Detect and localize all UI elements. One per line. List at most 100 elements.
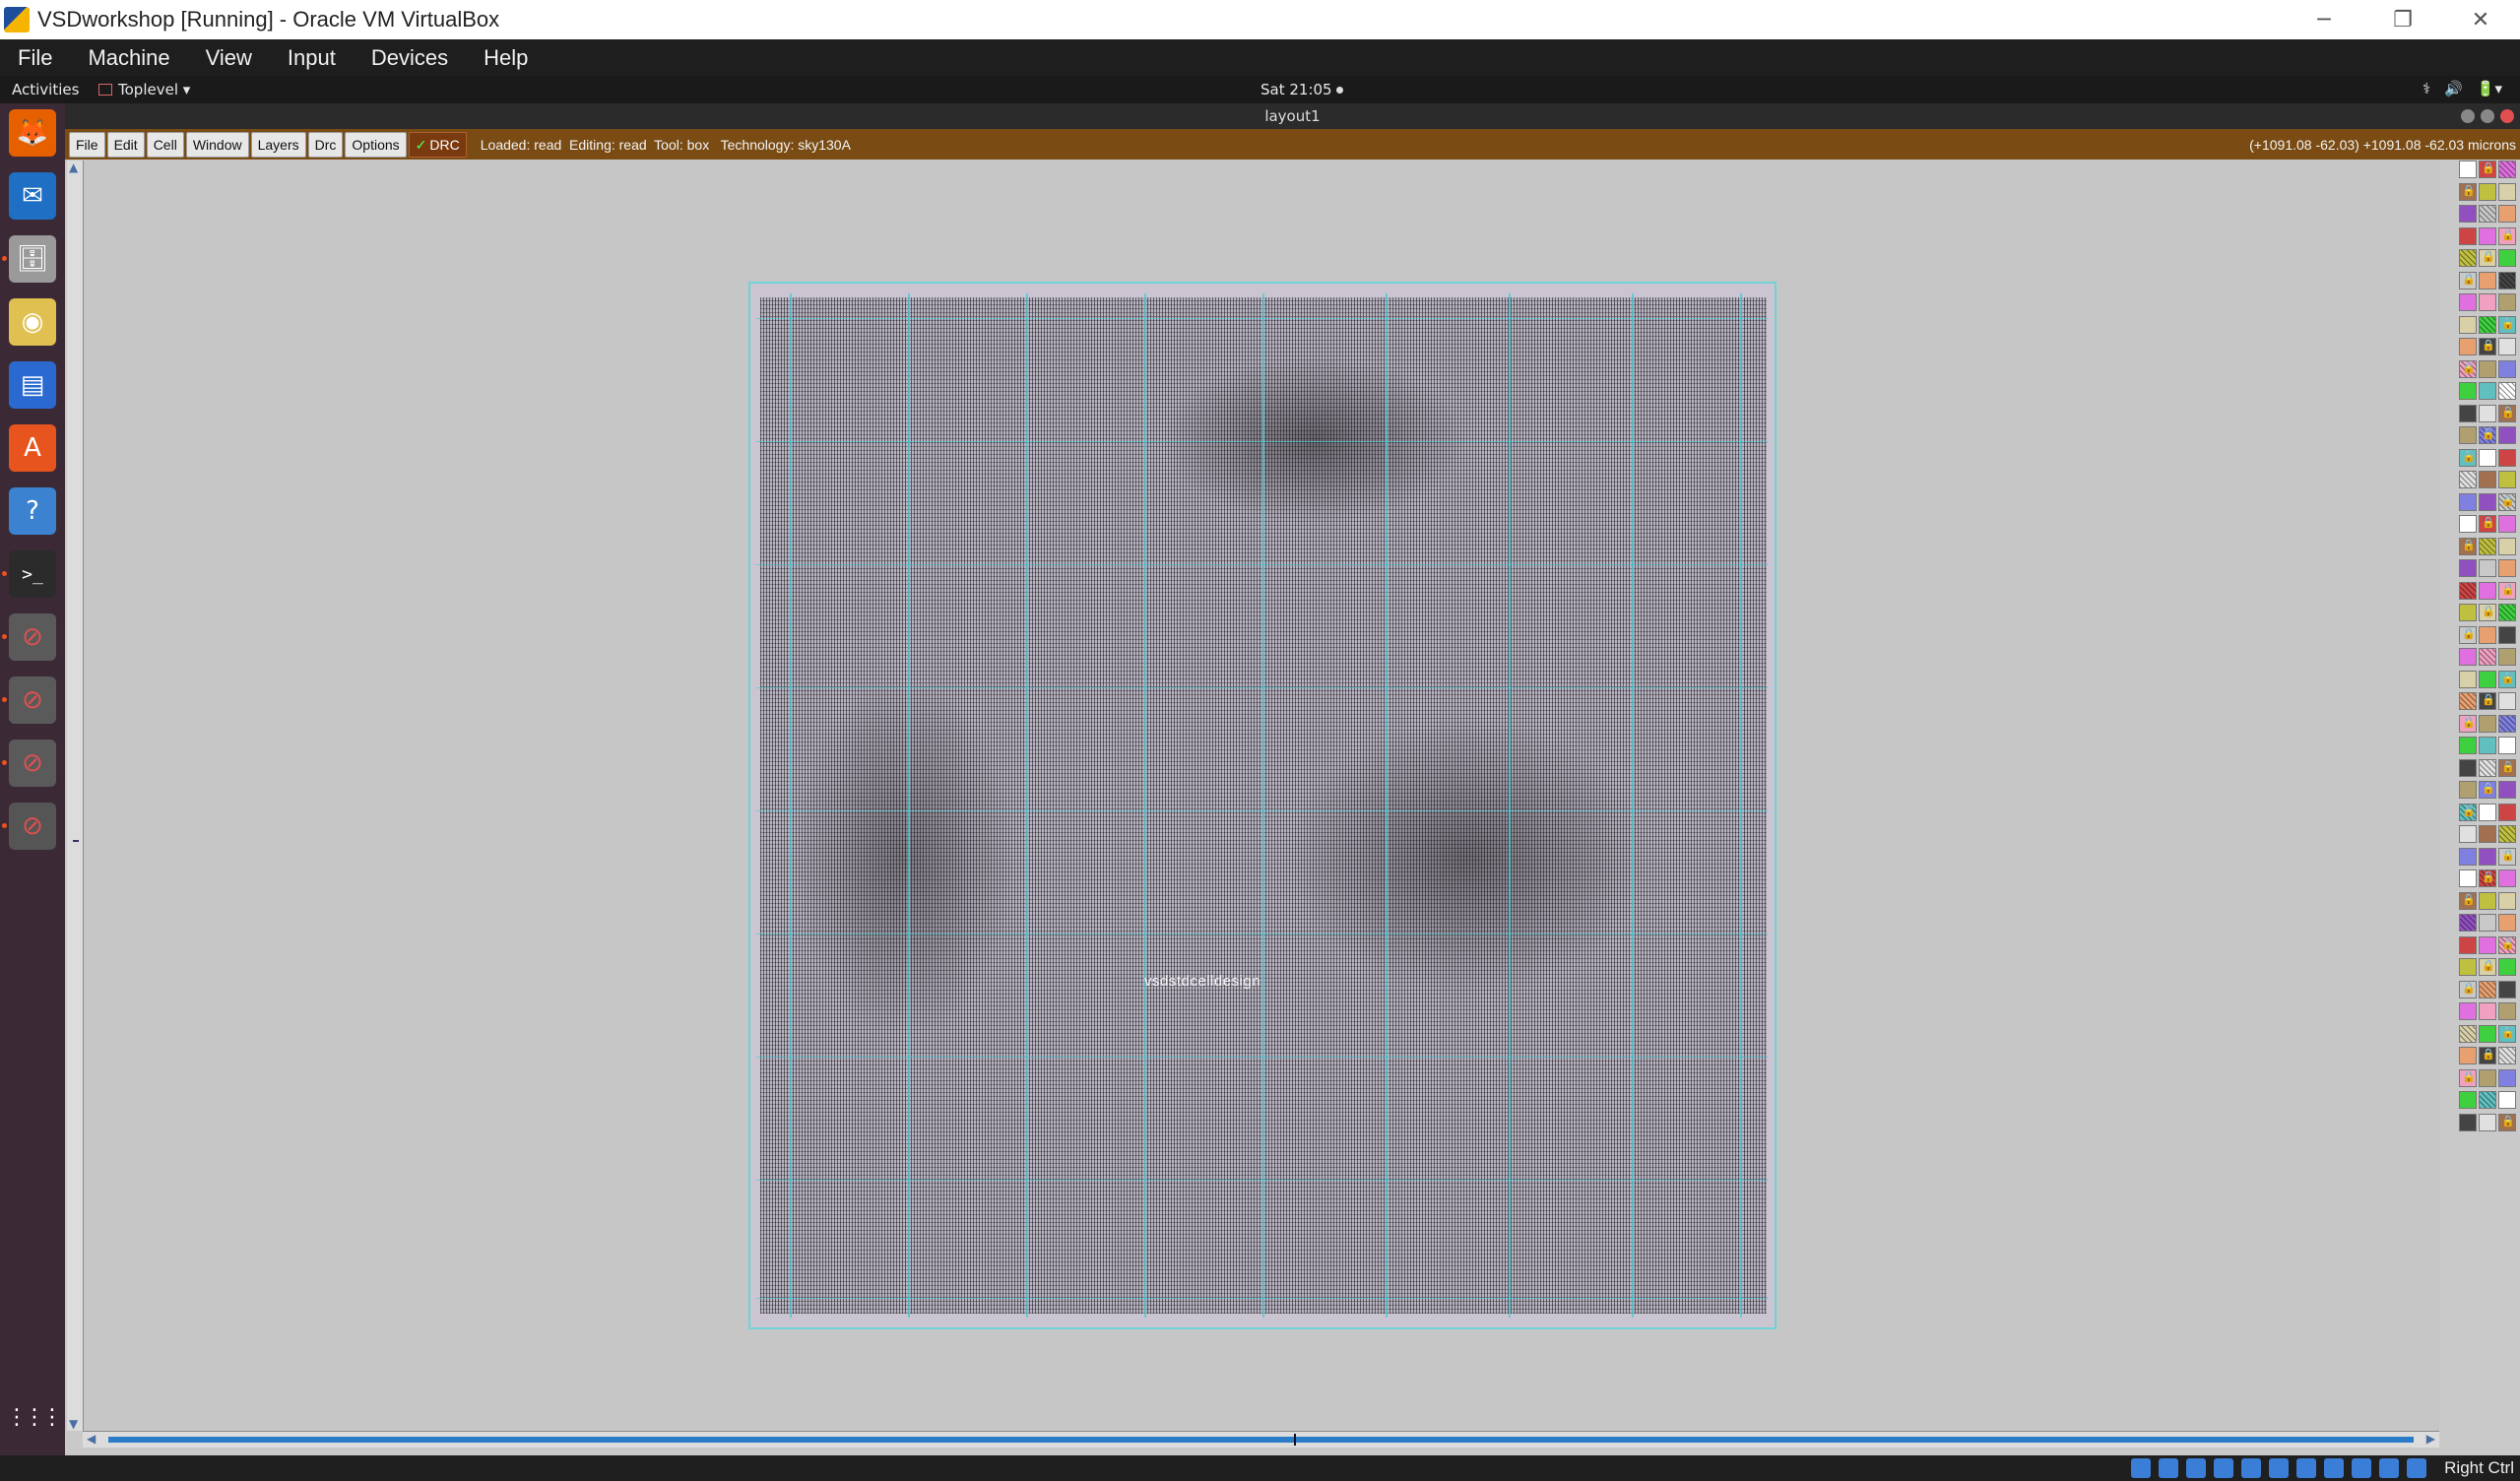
shared-folders-icon[interactable] bbox=[2269, 1458, 2289, 1478]
layer-swatch[interactable] bbox=[2498, 581, 2516, 600]
layer-swatch[interactable] bbox=[2459, 293, 2477, 311]
layer-swatch[interactable] bbox=[2459, 670, 2477, 688]
layer-swatch[interactable] bbox=[2479, 781, 2496, 799]
magic-window-button[interactable]: Window bbox=[185, 131, 249, 158]
layer-swatch[interactable] bbox=[2498, 315, 2516, 334]
layer-swatch[interactable] bbox=[2498, 226, 2516, 245]
layer-swatch[interactable] bbox=[2498, 271, 2516, 290]
menu-file[interactable]: File bbox=[0, 45, 70, 71]
magic-maximize-button[interactable] bbox=[2481, 109, 2494, 123]
layer-swatch[interactable] bbox=[2479, 1068, 2496, 1087]
layer-swatch[interactable] bbox=[2479, 205, 2496, 223]
layer-swatch[interactable] bbox=[2459, 492, 2477, 511]
menu-machine[interactable]: Machine bbox=[70, 45, 187, 71]
layer-swatch[interactable] bbox=[2498, 714, 2516, 733]
layer-swatch[interactable] bbox=[2459, 515, 2477, 533]
layer-swatch[interactable] bbox=[2459, 958, 2477, 976]
layer-swatch[interactable] bbox=[2459, 404, 2477, 422]
layer-swatch[interactable] bbox=[2498, 1068, 2516, 1087]
layer-swatch[interactable] bbox=[2459, 226, 2477, 245]
layer-swatch[interactable] bbox=[2498, 515, 2516, 533]
close-button[interactable]: ✕ bbox=[2441, 0, 2520, 39]
layer-swatch[interactable] bbox=[2498, 1047, 2516, 1064]
layer-swatch[interactable] bbox=[2498, 426, 2516, 444]
layer-swatch[interactable] bbox=[2459, 648, 2477, 666]
layer-swatch[interactable] bbox=[2459, 315, 2477, 334]
layer-swatch[interactable] bbox=[2479, 1024, 2496, 1043]
layer-swatch[interactable] bbox=[2459, 1113, 2477, 1131]
layer-swatch[interactable] bbox=[2498, 670, 2516, 688]
layer-swatch[interactable] bbox=[2479, 625, 2496, 644]
vertical-scroll-thumb[interactable] bbox=[73, 840, 79, 842]
layer-swatch[interactable] bbox=[2498, 737, 2516, 754]
magic-close-button[interactable] bbox=[2500, 109, 2514, 123]
layer-swatch[interactable] bbox=[2479, 914, 2496, 932]
layer-swatch[interactable] bbox=[2459, 625, 2477, 644]
horizontal-scroll-thumb[interactable] bbox=[1294, 1434, 1296, 1446]
layout-canvas[interactable]: vsdstdcelldesign bbox=[83, 161, 2439, 1431]
layer-swatch[interactable] bbox=[2498, 914, 2516, 932]
layer-swatch[interactable] bbox=[2498, 648, 2516, 666]
layer-swatch[interactable] bbox=[2498, 1113, 2516, 1131]
layer-swatch[interactable] bbox=[2498, 338, 2516, 355]
dock-thunderbird[interactable]: ✉ bbox=[9, 172, 56, 220]
layer-swatch[interactable] bbox=[2459, 847, 2477, 866]
activities-button[interactable]: Activities bbox=[12, 81, 79, 98]
magic-minimize-button[interactable] bbox=[2461, 109, 2475, 123]
layer-swatch[interactable] bbox=[2459, 182, 2477, 201]
layer-swatch[interactable] bbox=[2459, 714, 2477, 733]
layer-swatch[interactable] bbox=[2498, 692, 2516, 710]
layer-swatch[interactable] bbox=[2459, 891, 2477, 910]
layer-swatch[interactable] bbox=[2479, 869, 2496, 887]
layer-swatch[interactable] bbox=[2459, 537, 2477, 555]
recording-icon[interactable] bbox=[2324, 1458, 2344, 1478]
layer-swatch[interactable] bbox=[2479, 559, 2496, 577]
restore-button[interactable]: ❐ bbox=[2363, 0, 2442, 39]
layer-swatch[interactable] bbox=[2459, 161, 2477, 178]
layer-swatch[interactable] bbox=[2498, 869, 2516, 887]
layer-swatch[interactable] bbox=[2498, 205, 2516, 223]
layer-swatch[interactable] bbox=[2498, 980, 2516, 998]
horizontal-scrollbar[interactable]: ◀ ▶ bbox=[83, 1431, 2439, 1448]
layer-swatch[interactable] bbox=[2479, 648, 2496, 666]
dock-magic-1[interactable]: ⊘ bbox=[2, 613, 56, 661]
layer-swatch[interactable] bbox=[2479, 1047, 2496, 1064]
dock-files[interactable]: 🗄 bbox=[2, 235, 56, 283]
layer-swatch[interactable] bbox=[2459, 803, 2477, 821]
chip-layout[interactable]: vsdstdcelldesign bbox=[748, 282, 1777, 1329]
layer-swatch[interactable] bbox=[2479, 958, 2496, 976]
layer-swatch[interactable] bbox=[2459, 271, 2477, 290]
layer-swatch[interactable] bbox=[2479, 980, 2496, 998]
layer-swatch[interactable] bbox=[2459, 249, 2477, 267]
layer-swatch[interactable] bbox=[2479, 271, 2496, 290]
magic-layers-button[interactable]: Layers bbox=[250, 131, 306, 158]
layer-swatch[interactable] bbox=[2498, 604, 2516, 621]
layer-swatch[interactable] bbox=[2498, 1024, 2516, 1043]
layer-swatch[interactable] bbox=[2479, 1091, 2496, 1109]
dock-magic-4[interactable]: ⊘ bbox=[2, 803, 56, 850]
layer-swatch[interactable] bbox=[2479, 935, 2496, 954]
layer-swatch[interactable] bbox=[2479, 692, 2496, 710]
layer-swatch[interactable] bbox=[2479, 515, 2496, 533]
layer-swatch[interactable] bbox=[2498, 471, 2516, 488]
menu-devices[interactable]: Devices bbox=[354, 45, 466, 71]
layer-swatch[interactable] bbox=[2459, 1068, 2477, 1087]
app-menu[interactable]: Toplevel ▾ bbox=[98, 81, 190, 98]
hard-disk-icon[interactable] bbox=[2131, 1458, 2151, 1478]
dock-rhythmbox[interactable]: ◉ bbox=[9, 298, 56, 346]
layer-swatch[interactable] bbox=[2498, 559, 2516, 577]
layer-swatch[interactable] bbox=[2479, 803, 2496, 821]
layer-swatch[interactable] bbox=[2479, 604, 2496, 621]
layer-swatch[interactable] bbox=[2479, 714, 2496, 733]
layer-swatch[interactable] bbox=[2459, 758, 2477, 777]
layer-swatch[interactable] bbox=[2479, 1002, 2496, 1020]
layer-swatch[interactable] bbox=[2479, 537, 2496, 555]
layer-swatch[interactable] bbox=[2479, 670, 2496, 688]
layer-swatch[interactable] bbox=[2459, 869, 2477, 887]
layer-swatch[interactable] bbox=[2498, 182, 2516, 201]
horizontal-scroll-track[interactable] bbox=[108, 1437, 2414, 1443]
network-adapter-icon[interactable] bbox=[2214, 1458, 2233, 1478]
layer-swatch[interactable] bbox=[2479, 758, 2496, 777]
layer-swatch[interactable] bbox=[2459, 1002, 2477, 1020]
layer-swatch[interactable] bbox=[2479, 1113, 2496, 1131]
